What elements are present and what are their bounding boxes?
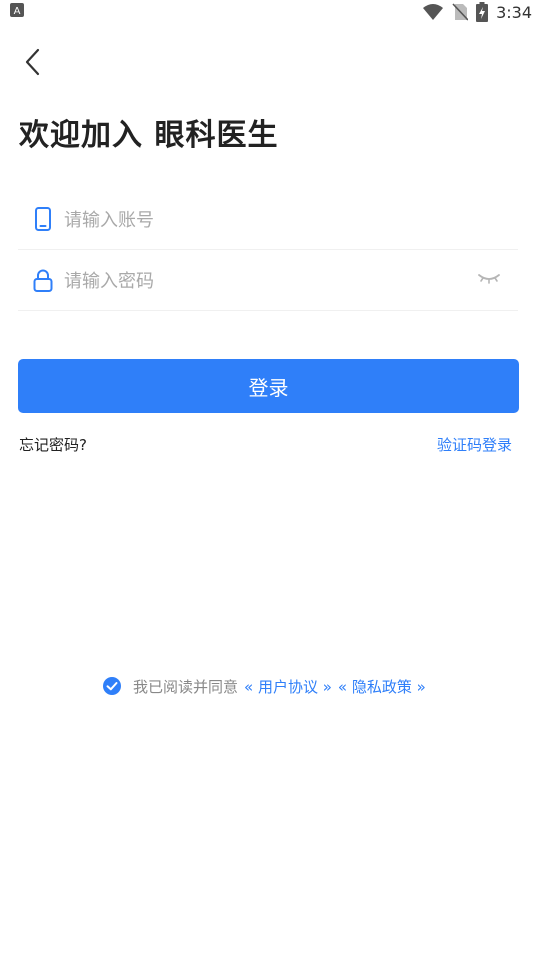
account-row [18, 189, 518, 250]
no-sim-icon [452, 3, 469, 21]
status-time: 3:34 [496, 2, 532, 22]
svg-text:A: A [14, 6, 21, 17]
battery-charging-icon [476, 2, 489, 22]
login-button[interactable]: 登录 [18, 359, 519, 413]
status-bar: A 3:34 [0, 0, 538, 24]
phone-icon [35, 207, 51, 231]
forgot-password-link[interactable]: 忘记密码? [19, 434, 87, 455]
code-login-link[interactable]: 验证码登录 [437, 434, 512, 455]
agreement-text: 我已阅读并同意 [133, 677, 239, 696]
account-input[interactable] [62, 199, 446, 241]
app-badge-icon: A [10, 3, 24, 17]
password-input[interactable] [62, 260, 446, 302]
privacy-policy-link[interactable]: « 隐私政策 » [338, 676, 426, 697]
checkbox-checked-icon[interactable] [103, 677, 121, 695]
status-bar-right: 3:34 [422, 0, 532, 24]
password-row [18, 250, 518, 311]
agreement-row: 我已阅读并同意 « 用户协议 » « 隐私政策 » [103, 676, 432, 696]
page-title: 欢迎加入 眼科医生 [19, 118, 279, 153]
wifi-icon [423, 4, 444, 20]
back-chevron-icon[interactable] [18, 44, 48, 80]
lock-icon [33, 269, 53, 292]
eye-closed-icon[interactable] [476, 268, 502, 288]
user-agreement-link[interactable]: « 用户协议 » [244, 676, 332, 697]
